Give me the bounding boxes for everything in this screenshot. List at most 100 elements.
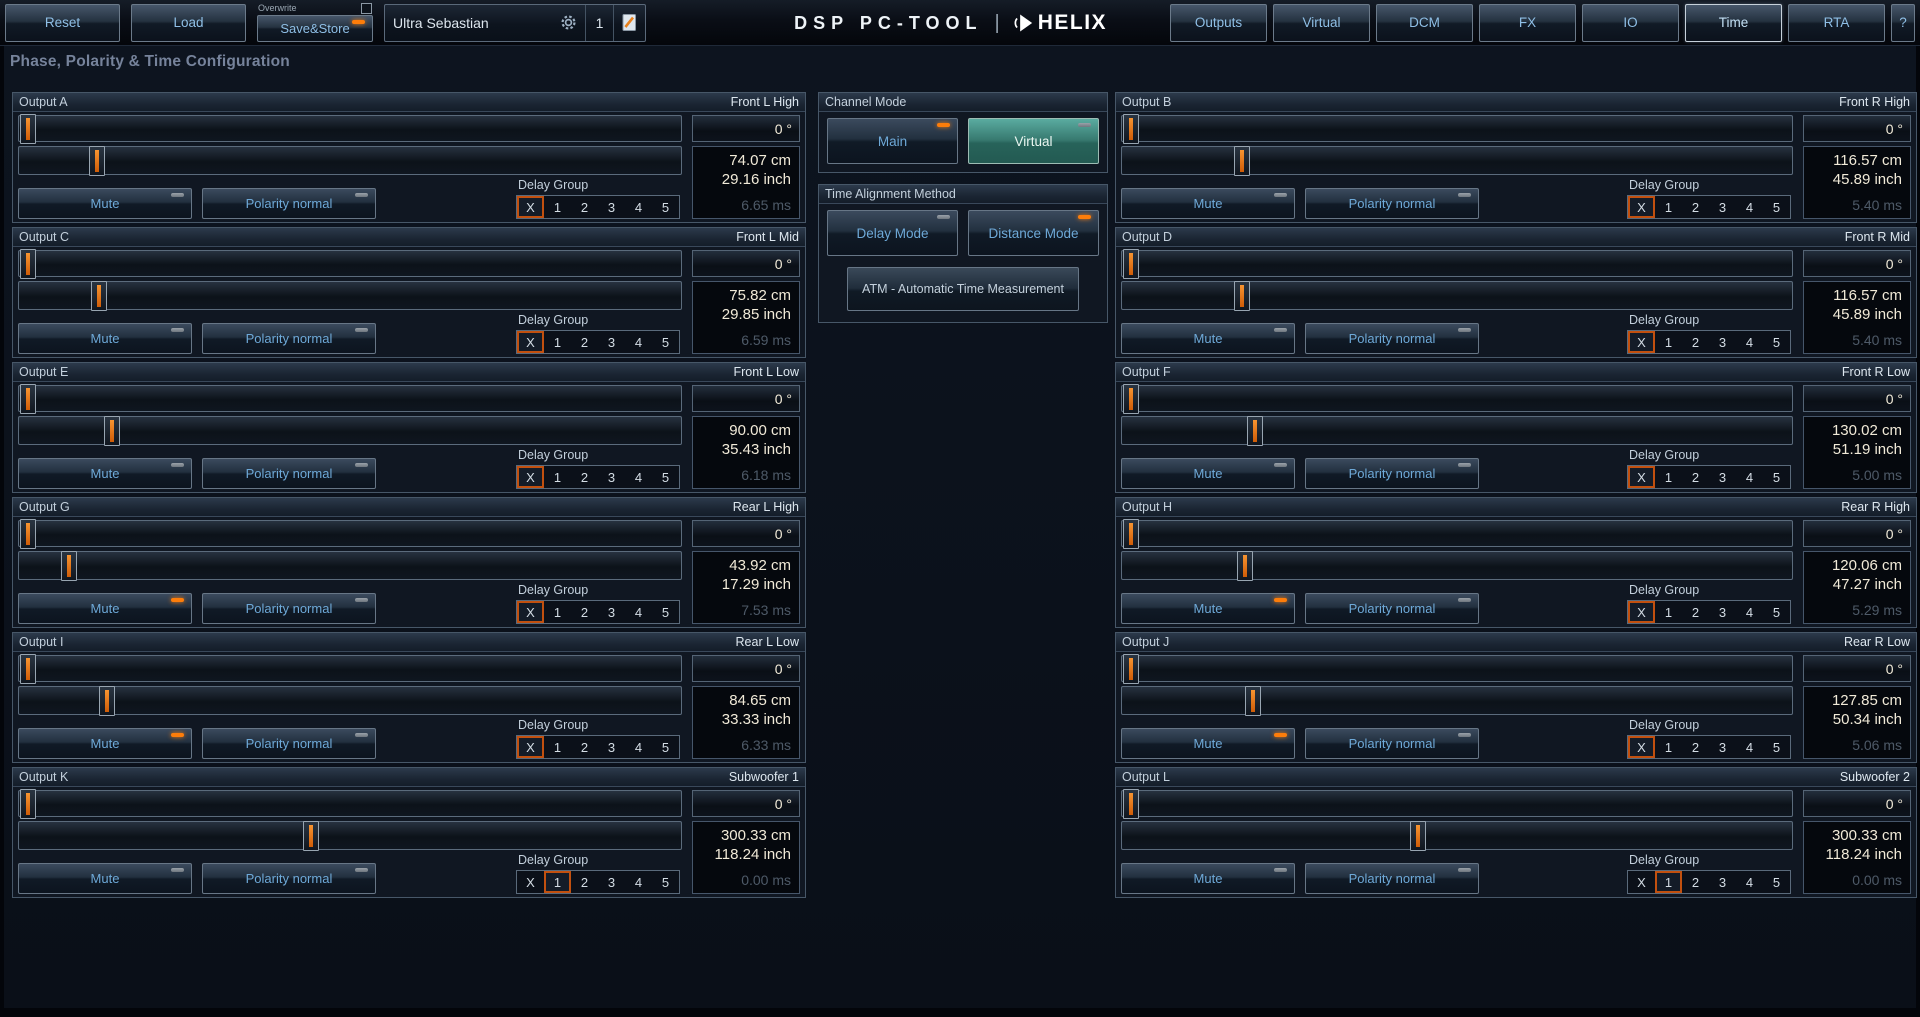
delay-group-option-1[interactable]: 1 bbox=[544, 466, 571, 488]
delay-group-option-3[interactable]: 3 bbox=[1709, 331, 1736, 353]
mute-button[interactable]: Mute bbox=[1121, 188, 1295, 219]
distance-slider-handle[interactable] bbox=[104, 416, 120, 446]
delay-group-option-5[interactable]: 5 bbox=[652, 601, 679, 623]
delay-group-option-1[interactable]: 1 bbox=[544, 331, 571, 353]
delay-group-option-x[interactable]: X bbox=[517, 601, 544, 623]
phase-slider-handle[interactable] bbox=[20, 384, 36, 414]
delay-group-option-4[interactable]: 4 bbox=[625, 736, 652, 758]
distance-slider[interactable] bbox=[18, 281, 682, 310]
delay-group-option-3[interactable]: 3 bbox=[598, 196, 625, 218]
delay-group-option-1[interactable]: 1 bbox=[1655, 871, 1682, 893]
delay-group-option-4[interactable]: 4 bbox=[625, 466, 652, 488]
distance-slider-handle[interactable] bbox=[99, 686, 115, 716]
delay-group-option-3[interactable]: 3 bbox=[1709, 601, 1736, 623]
mute-button[interactable]: Mute bbox=[18, 593, 192, 624]
delay-group-option-3[interactable]: 3 bbox=[598, 871, 625, 893]
delay-group-option-4[interactable]: 4 bbox=[625, 196, 652, 218]
delay-group-option-4[interactable]: 4 bbox=[1736, 601, 1763, 623]
distance-slider-handle[interactable] bbox=[303, 821, 319, 851]
distance-slider[interactable] bbox=[18, 416, 682, 445]
distance-slider[interactable] bbox=[1121, 146, 1793, 175]
phase-slider[interactable] bbox=[18, 520, 682, 547]
delay-group-option-2[interactable]: 2 bbox=[571, 871, 598, 893]
polarity-button[interactable]: Polarity normal bbox=[1305, 188, 1479, 219]
delay-group-option-3[interactable]: 3 bbox=[1709, 466, 1736, 488]
phase-slider-handle[interactable] bbox=[1123, 789, 1139, 819]
phase-slider-handle[interactable] bbox=[1123, 249, 1139, 279]
mute-button[interactable]: Mute bbox=[18, 188, 192, 219]
polarity-button[interactable]: Polarity normal bbox=[202, 188, 376, 219]
distance-slider-handle[interactable] bbox=[1410, 821, 1426, 851]
delay-group-option-1[interactable]: 1 bbox=[1655, 601, 1682, 623]
delay-group-option-x[interactable]: X bbox=[517, 871, 544, 893]
polarity-button[interactable]: Polarity normal bbox=[202, 728, 376, 759]
delay-group-option-3[interactable]: 3 bbox=[598, 466, 625, 488]
polarity-button[interactable]: Polarity normal bbox=[1305, 728, 1479, 759]
delay-group-option-1[interactable]: 1 bbox=[544, 736, 571, 758]
distance-slider[interactable] bbox=[18, 146, 682, 175]
phase-slider[interactable] bbox=[1121, 250, 1793, 277]
polarity-button[interactable]: Polarity normal bbox=[1305, 863, 1479, 894]
delay-group-option-5[interactable]: 5 bbox=[1763, 196, 1790, 218]
delay-group-option-2[interactable]: 2 bbox=[1682, 871, 1709, 893]
phase-slider-handle[interactable] bbox=[20, 519, 36, 549]
phase-slider[interactable] bbox=[18, 250, 682, 277]
polarity-button[interactable]: Polarity normal bbox=[202, 593, 376, 624]
delay-group-option-5[interactable]: 5 bbox=[1763, 331, 1790, 353]
distance-slider[interactable] bbox=[1121, 686, 1793, 715]
distance-slider[interactable] bbox=[18, 821, 682, 850]
delay-group-option-1[interactable]: 1 bbox=[544, 871, 571, 893]
delay-group-option-3[interactable]: 3 bbox=[1709, 871, 1736, 893]
tab-virtual[interactable]: Virtual bbox=[1273, 4, 1370, 42]
distance-slider-handle[interactable] bbox=[1247, 416, 1263, 446]
mute-button[interactable]: Mute bbox=[1121, 593, 1295, 624]
mute-button[interactable]: Mute bbox=[18, 728, 192, 759]
delay-group-option-5[interactable]: 5 bbox=[1763, 466, 1790, 488]
delay-group-option-2[interactable]: 2 bbox=[1682, 601, 1709, 623]
phase-slider-handle[interactable] bbox=[1123, 384, 1139, 414]
phase-slider-handle[interactable] bbox=[1123, 654, 1139, 684]
distance-slider-handle[interactable] bbox=[1234, 146, 1250, 176]
delay-group-option-5[interactable]: 5 bbox=[1763, 601, 1790, 623]
edit-setup-icon[interactable] bbox=[613, 5, 645, 41]
polarity-button[interactable]: Polarity normal bbox=[1305, 593, 1479, 624]
atm-button[interactable]: ATM - Automatic Time Measurement bbox=[847, 267, 1079, 311]
delay-group-option-1[interactable]: 1 bbox=[544, 196, 571, 218]
delay-group-option-5[interactable]: 5 bbox=[652, 196, 679, 218]
polarity-button[interactable]: Polarity normal bbox=[202, 863, 376, 894]
virtual-mode-button[interactable]: Virtual bbox=[968, 118, 1099, 164]
mute-button[interactable]: Mute bbox=[1121, 728, 1295, 759]
delay-group-option-1[interactable]: 1 bbox=[1655, 736, 1682, 758]
polarity-button[interactable]: Polarity normal bbox=[202, 458, 376, 489]
delay-mode-button[interactable]: Delay Mode bbox=[827, 210, 958, 256]
load-button[interactable]: Load bbox=[131, 4, 246, 42]
delay-group-option-4[interactable]: 4 bbox=[1736, 331, 1763, 353]
tab-outputs[interactable]: Outputs bbox=[1170, 4, 1267, 42]
distance-mode-button[interactable]: Distance Mode bbox=[968, 210, 1099, 256]
phase-slider[interactable] bbox=[1121, 790, 1793, 817]
distance-slider-handle[interactable] bbox=[1234, 281, 1250, 311]
delay-group-option-x[interactable]: X bbox=[1628, 871, 1655, 893]
tab-rta[interactable]: RTA bbox=[1788, 4, 1885, 42]
distance-slider-handle[interactable] bbox=[91, 281, 107, 311]
tab-fx[interactable]: FX bbox=[1479, 4, 1576, 42]
distance-slider[interactable] bbox=[1121, 551, 1793, 580]
save-store-button[interactable]: Save&Store bbox=[257, 15, 373, 42]
phase-slider-handle[interactable] bbox=[1123, 519, 1139, 549]
delay-group-option-x[interactable]: X bbox=[517, 736, 544, 758]
delay-group-option-2[interactable]: 2 bbox=[571, 466, 598, 488]
mute-button[interactable]: Mute bbox=[1121, 863, 1295, 894]
mute-button[interactable]: Mute bbox=[18, 863, 192, 894]
delay-group-option-x[interactable]: X bbox=[517, 196, 544, 218]
delay-group-option-5[interactable]: 5 bbox=[652, 736, 679, 758]
delay-group-option-x[interactable]: X bbox=[1628, 331, 1655, 353]
delay-group-option-4[interactable]: 4 bbox=[625, 871, 652, 893]
delay-group-option-5[interactable]: 5 bbox=[1763, 736, 1790, 758]
tab-dcm[interactable]: DCM bbox=[1376, 4, 1473, 42]
reset-button[interactable]: Reset bbox=[5, 4, 120, 42]
delay-group-option-1[interactable]: 1 bbox=[544, 601, 571, 623]
gear-icon[interactable] bbox=[560, 14, 577, 31]
device-name-field[interactable]: Ultra Sebastian bbox=[385, 5, 585, 41]
delay-group-option-5[interactable]: 5 bbox=[652, 331, 679, 353]
distance-slider[interactable] bbox=[1121, 821, 1793, 850]
